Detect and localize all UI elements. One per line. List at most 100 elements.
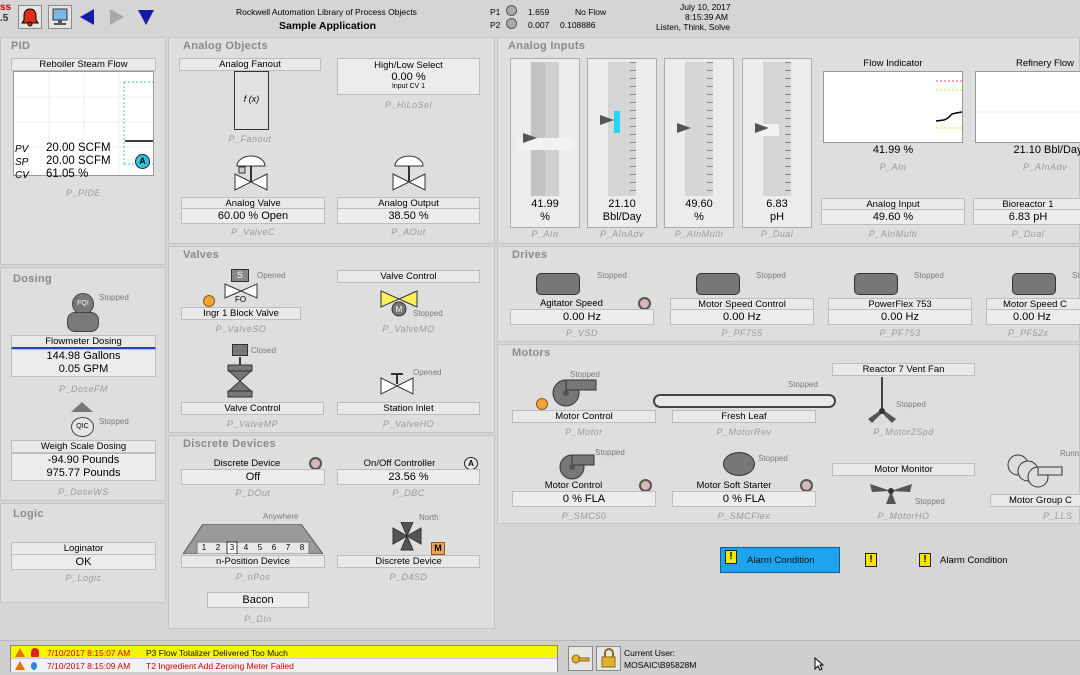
alarm-summary-button[interactable] [18,5,42,29]
motor-control-label[interactable]: Motor Control [512,410,656,423]
workstation-button[interactable] [48,5,72,29]
npos-tick: 8 [299,543,305,552]
gauge-ainmulti[interactable]: 49.60 % [664,58,734,228]
d4sd-icon[interactable] [391,522,423,552]
alarm-time: 7/10/2017 8:15:09 AM [47,661,131,671]
dout-tag: P_DOut [235,488,271,498]
motor-group-label[interactable]: Motor Group C [990,494,1080,507]
valve-control-label[interactable]: Valve Control [337,270,480,283]
sp-value[interactable]: 20.00 SCFM [46,155,111,167]
logout-button[interactable] [596,646,621,671]
smcflex-label[interactable]: Motor Soft Starter [672,480,796,491]
refinery-flow-label[interactable]: Refinery Flow [973,58,1080,69]
gauge-dual-tag: P_Dual [760,229,794,239]
gauge-dual[interactable]: 6.83 pH [742,58,812,228]
hilo-label: High/Low Select [374,60,443,71]
motors-panel: Motors Stopped Motor Control P_Motor Sto… [497,344,1080,524]
weigh-symbol[interactable]: QIC [71,417,94,437]
flow-indicator-value: 41.99 % [872,144,914,156]
app-name: Sample Application [279,20,377,32]
npos-ticks: 12345678 [197,543,309,552]
login-button[interactable] [568,646,593,671]
p2-value2: 0.108886 [560,20,596,30]
motor-control-icon[interactable] [550,377,600,407]
pid-tag: P_PIDE [65,188,101,198]
npos-status: Anywhere [263,512,299,521]
d4sd-status: North [419,513,439,522]
analog-valve-tag: P_ValveC [231,227,275,237]
npos-device[interactable]: 12345678 [183,524,323,554]
pf52x-tag: P_PF52x [1008,328,1049,338]
refinery-flow-trend[interactable] [975,71,1080,143]
analog-valve-icon[interactable] [233,154,269,196]
loginator-value: OK [11,554,156,570]
alarm-banner[interactable]: 7/10/2017 8:15:07 AM P3 Flow Totalizer D… [10,645,558,672]
valve-mp-label[interactable]: Valve Control [181,402,324,415]
valve-mp-icon[interactable] [225,357,255,401]
fresh-leaf-tag: P_MotorRev [716,427,772,437]
p1-led [506,5,517,16]
block-valve-label[interactable]: Ingr 1 Block Valve [181,307,301,320]
smc50-icon[interactable] [558,453,596,481]
back-button[interactable] [80,9,94,25]
valve-ho-icon[interactable] [379,372,415,396]
motto: Listen, Think, Solve [656,22,731,32]
flow-indicator-trend[interactable] [823,71,963,143]
alarm-row[interactable]: 7/10/2017 8:15:09 AM T2 Ingredient Add Z… [11,659,557,672]
pf753-tag: P_PF753 [879,328,921,338]
dbc-label[interactable]: On/Off Controller [337,458,462,469]
din-label[interactable]: Bacon [207,592,309,608]
d4sd-label[interactable]: Discrete Device [337,555,480,568]
flow-indicator-label[interactable]: Flow Indicator [821,58,965,69]
valve-ho-label[interactable]: Station Inlet [337,402,480,415]
flowmeter-label[interactable]: Flowmeter Dosing [11,335,156,349]
npos-tick: 1 [201,543,207,552]
dout-label[interactable]: Discrete Device [181,458,313,469]
fanout-block[interactable]: f (x) [234,71,269,130]
motor-monitor-label[interactable]: Motor Monitor [832,463,975,476]
logic-panel: Logic Loginator OK P_Logic [0,503,166,603]
bell-icon [21,8,39,27]
npos-tick: 2 [215,543,221,552]
analog-output-value: 38.50 % [337,208,480,224]
conveyor-icon[interactable] [653,394,836,408]
pf755-value: 0.00 Hz [670,309,814,325]
gauge-ain[interactable]: 41.99 % [510,58,580,228]
block-valve-solenoid[interactable]: S [231,269,249,282]
date: July 10, 2017 [680,2,731,12]
alarm-mark-icon[interactable]: ! [919,553,931,567]
fanout-label[interactable]: Analog Fanout [179,58,321,71]
gauge-ainadv[interactable]: 21.10 Bbl/Day [587,58,657,228]
smcflex-icon[interactable] [723,452,755,476]
smc50-label[interactable]: Motor Control [512,480,635,491]
gauge-ainmulti-tag: P_AInMulti [674,229,724,239]
alarm-mark-icon: ! [725,550,737,564]
gauge-dual-unit: pH [769,211,785,223]
alarm-mark-icon[interactable]: ! [865,553,877,567]
drives-title: Drives [512,249,548,261]
motor-group-icon[interactable] [1004,453,1064,489]
logo: ss .5 [0,2,12,24]
analog-input-value: 49.60 % [821,209,965,225]
alarm-condition-selected[interactable]: ! Alarm Condition [720,547,840,573]
analog-output-icon[interactable] [391,154,427,196]
din-tag: P_DIn [244,614,272,624]
gauge-ainadv-highlight [614,111,620,133]
motor-monitor-fan-icon[interactable] [868,478,914,504]
alarm-row[interactable]: 7/10/2017 8:15:07 AM P3 Flow Totalizer D… [11,646,557,659]
fresh-leaf-label[interactable]: Fresh Leaf [672,410,816,423]
valve-mp-actuator[interactable] [232,344,248,356]
valve-mp-status: Closed [251,346,276,355]
weigh-label[interactable]: Weigh Scale Dosing [11,440,156,453]
pf52x-status: Stopped [1072,271,1080,280]
pid-faceplate-label[interactable]: Reboiler Steam Flow [11,58,156,71]
npos-label[interactable]: n-Position Device [181,555,325,568]
down-button[interactable] [138,10,154,25]
hilo-box[interactable]: High/Low Select 0.00 % Input CV 1 [337,58,480,95]
forward-button[interactable] [110,9,124,25]
hilo-value: 0.00 % [391,71,426,83]
vent-fan-icon[interactable] [868,377,896,425]
vent-fan-label[interactable]: Reactor 7 Vent Fan [832,363,975,376]
refinery-flow-tag: P_AInAdv [1022,162,1068,172]
smcflex-status: Stopped [758,454,788,463]
